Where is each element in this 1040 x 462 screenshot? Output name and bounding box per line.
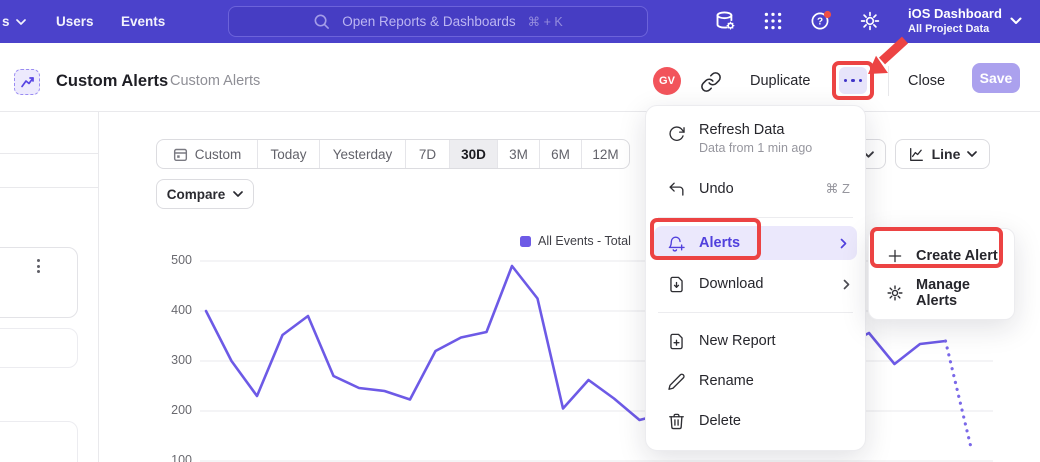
- file-plus-icon: [667, 332, 686, 351]
- gear-icon: [886, 284, 904, 302]
- date-range-7d[interactable]: 7D: [405, 140, 449, 168]
- date-range-yesterday[interactable]: Yesterday: [319, 140, 405, 168]
- nav-item-users[interactable]: Users: [56, 14, 94, 29]
- insights-report-icon: [14, 69, 40, 95]
- alerts-submenu: Create Alert Manage Alerts: [868, 228, 1015, 320]
- plus-icon: [886, 247, 904, 265]
- search-icon: [313, 13, 330, 30]
- refresh-icon: [667, 125, 686, 144]
- y-axis-tick-label: 500: [150, 253, 192, 267]
- y-axis-tick-label: 300: [150, 353, 192, 367]
- notification-dot: [824, 11, 831, 18]
- chart-series-dotted: [946, 341, 972, 448]
- menu-divider: [658, 217, 853, 218]
- duplicate-button[interactable]: Duplicate: [750, 73, 810, 89]
- share-link-icon[interactable]: [700, 71, 722, 93]
- date-range-3m[interactable]: 3M: [497, 140, 539, 168]
- compare-button[interactable]: Compare: [156, 179, 254, 209]
- menu-item-label: Undo: [699, 181, 734, 197]
- submenu-item-label: Create Alert: [916, 248, 998, 264]
- close-button[interactable]: Close: [908, 73, 945, 89]
- trash-icon: [667, 412, 686, 431]
- nav-item-partial[interactable]: s: [2, 14, 26, 29]
- menu-item-new-report[interactable]: New Report: [646, 321, 865, 361]
- data-management-icon[interactable]: [714, 10, 736, 32]
- breadcrumb: Custom Alerts: [170, 73, 260, 89]
- chevron-right-icon: [840, 238, 847, 249]
- pencil-icon: [667, 372, 686, 391]
- menu-item-label: Download: [699, 276, 764, 292]
- menu-item-label: Rename: [699, 373, 754, 389]
- date-range-custom[interactable]: Custom: [157, 140, 257, 168]
- menu-item-delete[interactable]: Delete: [646, 401, 865, 441]
- chart-legend[interactable]: All Events - Total: [520, 234, 631, 248]
- date-range-30d[interactable]: 30D: [449, 140, 497, 168]
- date-range-12m[interactable]: 12M: [581, 140, 629, 168]
- menu-divider: [658, 312, 853, 313]
- legend-label: All Events - Total: [538, 234, 631, 248]
- chevron-down-icon: [967, 151, 977, 157]
- menu-item-sublabel: Data from 1 min ago: [699, 141, 812, 155]
- submenu-item-label: Manage Alerts: [916, 277, 1000, 309]
- menu-item-undo[interactable]: Undo ⌘ Z: [646, 169, 865, 209]
- date-range-6m[interactable]: 6M: [539, 140, 581, 168]
- submenu-item-create-alert[interactable]: Create Alert: [869, 237, 1014, 274]
- chevron-down-icon: [16, 19, 26, 25]
- y-axis-tick-label: 100: [150, 453, 192, 462]
- report-header: Custom Alerts Custom Alerts GV Duplicate…: [0, 43, 1040, 112]
- more-options-menu: Refresh Data Data from 1 min ago Undo ⌘ …: [645, 105, 866, 451]
- menu-item-label: New Report: [699, 333, 776, 349]
- header-divider: [888, 66, 889, 96]
- global-search-input[interactable]: Open Reports & Dashboards ⌘ + K: [228, 6, 648, 37]
- project-name: iOS Dashboard: [908, 5, 1002, 22]
- gear-icon[interactable]: [859, 10, 881, 32]
- y-axis-tick-label: 400: [150, 303, 192, 317]
- menu-item-label: Delete: [699, 413, 741, 429]
- date-range-today[interactable]: Today: [257, 140, 319, 168]
- chart-type-button[interactable]: Line: [895, 139, 990, 169]
- chevron-down-icon[interactable]: [1010, 17, 1022, 25]
- app-window: 500 400 300 200 100 All Events - Total s Use…: [0, 0, 1040, 462]
- menu-item-label: Alerts: [699, 235, 740, 251]
- search-placeholder: Open Reports & Dashboards: [342, 14, 515, 29]
- chevron-right-icon: [843, 279, 850, 290]
- calendar-icon: [173, 147, 188, 162]
- bell-plus-icon: [667, 234, 686, 253]
- more-options-button[interactable]: [839, 67, 867, 94]
- download-icon: [667, 275, 686, 294]
- menu-item-rename[interactable]: Rename: [646, 361, 865, 401]
- nav-item-events[interactable]: Events: [121, 14, 165, 29]
- menu-item-label: Refresh Data: [699, 122, 812, 138]
- legend-swatch: [520, 236, 531, 247]
- save-button[interactable]: Save: [972, 63, 1020, 93]
- date-range-selector: Custom Today Yesterday 7D 30D 3M 6M 12M: [156, 139, 630, 169]
- menu-item-shortcut: ⌘ Z: [825, 181, 850, 197]
- y-axis-tick-label: 200: [150, 403, 192, 417]
- top-navigation-bar: s Users Events Open Reports & Dashboards…: [0, 0, 1040, 43]
- search-shortcut: ⌘ + K: [528, 14, 563, 29]
- menu-item-download[interactable]: Download: [646, 264, 865, 304]
- line-chart-icon: [908, 146, 925, 163]
- undo-icon: [667, 180, 686, 199]
- svg-text:?: ?: [817, 17, 823, 28]
- menu-item-refresh-data[interactable]: Refresh Data Data from 1 min ago: [646, 117, 865, 169]
- chevron-down-icon: [233, 191, 243, 197]
- menu-item-alerts[interactable]: Alerts: [654, 226, 857, 260]
- submenu-item-manage-alerts[interactable]: Manage Alerts: [869, 274, 1014, 311]
- help-icon[interactable]: ?: [810, 10, 832, 32]
- project-scope: All Project Data: [908, 22, 1002, 36]
- page-title: Custom Alerts: [56, 72, 168, 91]
- avatar[interactable]: GV: [653, 67, 681, 95]
- apps-grid-icon[interactable]: [762, 10, 784, 32]
- project-switcher[interactable]: iOS Dashboard All Project Data: [908, 5, 1002, 36]
